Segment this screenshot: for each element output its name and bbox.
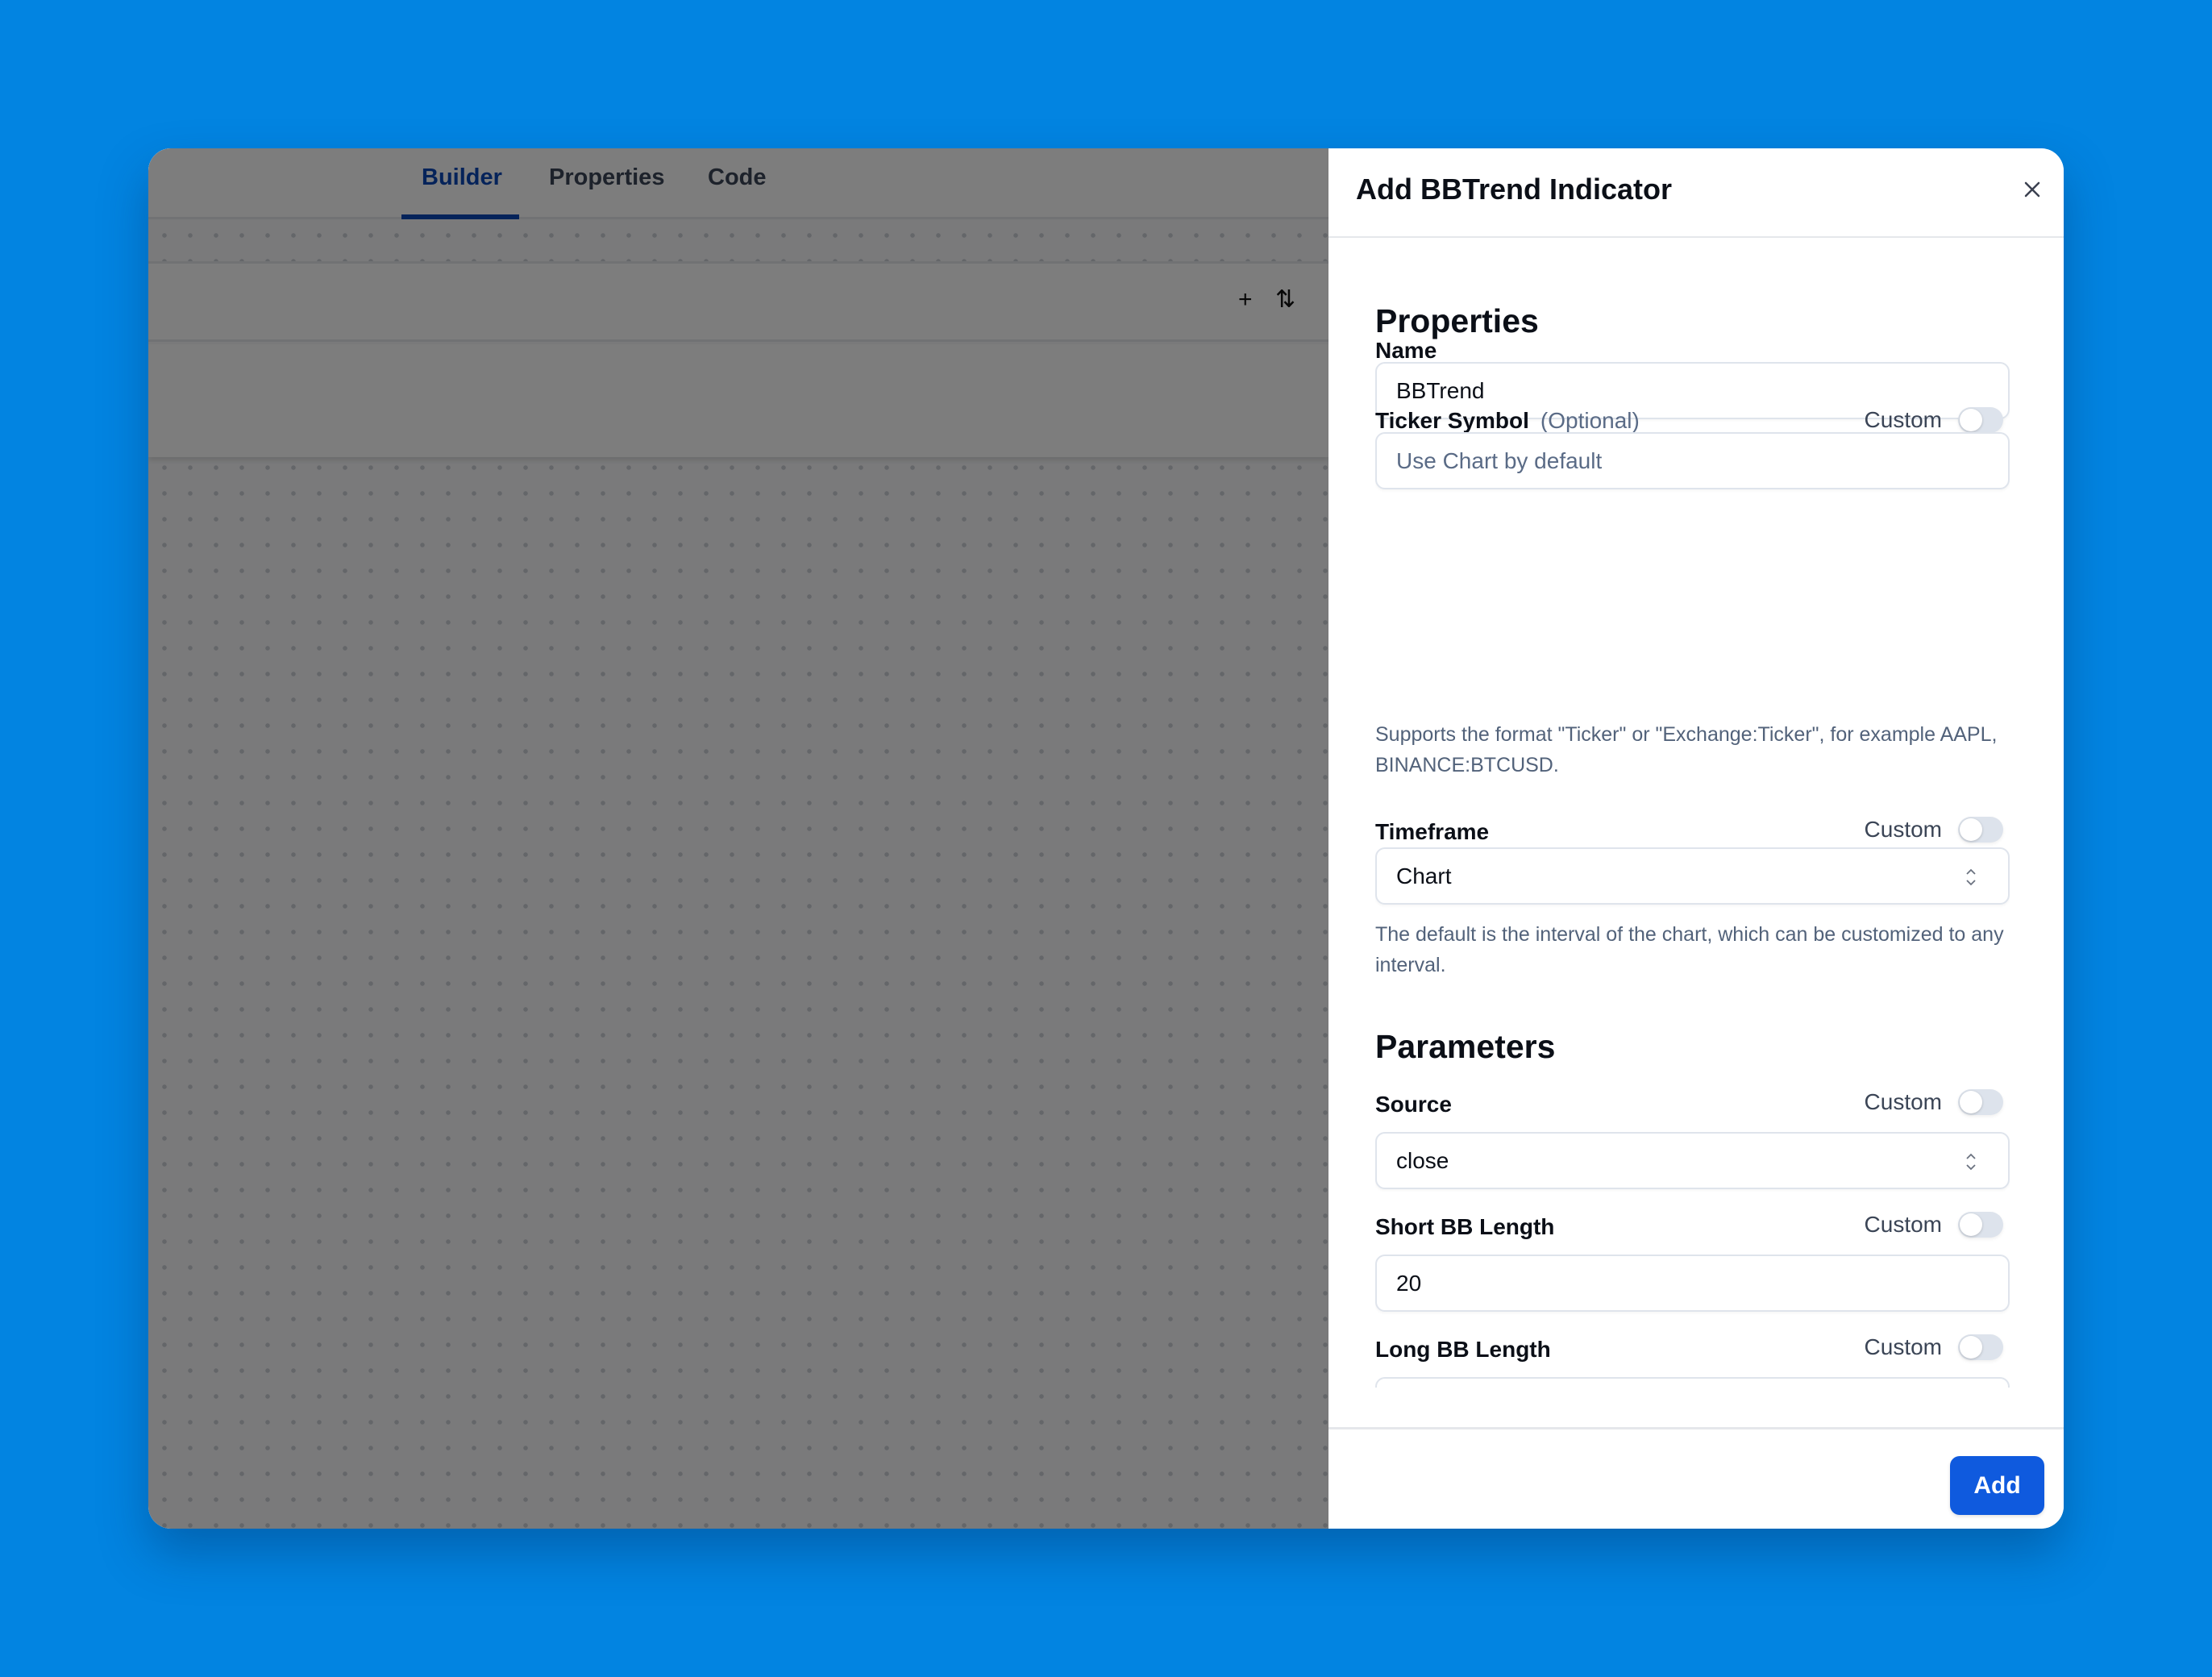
custom-label: Custom [1864, 1334, 1942, 1359]
dialog-title: Add BBTrend Indicator [1356, 173, 1673, 206]
add-indicator-dialog: Add BBTrend Indicator Properties Name BB… [1328, 148, 2064, 1529]
source-value: close [1396, 1147, 1449, 1173]
properties-heading: Properties [1375, 302, 1539, 339]
ticker-custom-toggle[interactable] [1958, 407, 2003, 433]
ticker-label: Ticker Symbol (Optional) [1375, 408, 1640, 434]
chevron-up-down-icon [1966, 868, 1976, 886]
ticker-input[interactable]: Use Chart by default [1375, 432, 2010, 489]
builder-app: Builder Properties Code + ⇅ [148, 148, 1328, 1529]
name-value: BBTrend [1396, 377, 1485, 403]
custom-label: Custom [1864, 407, 1942, 432]
short-bb-length-label: Short BB Length [1375, 1214, 1555, 1239]
source-label: Source [1375, 1092, 1452, 1117]
short-bb-custom-toggle[interactable] [1958, 1212, 2003, 1238]
timeframe-help: The default is the interval of the chart… [1375, 923, 2004, 976]
timeframe-value: Chart [1396, 863, 1452, 888]
dialog-header: Add BBTrend Indicator [1328, 148, 2064, 238]
long-bb-length-label: Long BB Length [1375, 1337, 1551, 1362]
chevron-up-down-icon [1966, 1153, 1976, 1171]
custom-label: Custom [1864, 1212, 1942, 1237]
close-icon [2024, 181, 2040, 198]
app-window: Builder Properties Code + ⇅ Add BBTrend … [148, 148, 2064, 1529]
timeframe-custom-toggle[interactable] [1958, 817, 2003, 843]
source-custom-toggle[interactable] [1958, 1089, 2003, 1115]
long-bb-length-input[interactable]: 50 [1375, 1377, 2010, 1388]
name-label: Name [1375, 338, 1437, 363]
ticker-custom: Custom [1865, 406, 2003, 435]
long-bb-custom: Custom [1865, 1333, 2003, 1362]
ticker-placeholder: Use Chart by default [1396, 447, 1603, 473]
timeframe-custom: Custom [1865, 815, 2003, 844]
add-button[interactable]: Add [1950, 1456, 2044, 1515]
dialog-body[interactable]: Properties Name BBTrend Ticker Symbol (Op… [1375, 239, 2010, 1388]
close-button[interactable] [2019, 176, 2046, 203]
short-bb-length-value: 20 [1396, 1270, 1422, 1296]
dialog-footer: Add [1328, 1427, 2064, 1529]
parameters-heading: Parameters [1375, 1028, 1556, 1065]
timeframe-label: Timeframe [1375, 819, 1490, 844]
optional-tag: (Optional) [1540, 408, 1640, 433]
short-bb-length-input[interactable]: 20 [1375, 1255, 2010, 1312]
timeframe-select[interactable]: Chart [1375, 847, 2010, 905]
custom-label: Custom [1864, 1089, 1942, 1114]
source-select[interactable]: close [1375, 1132, 2010, 1189]
ticker-label-text: Ticker Symbol [1375, 408, 1529, 433]
modal-overlay[interactable] [148, 148, 1328, 1529]
ticker-help-text: Supports the format "Ticker" or "Exchang… [1375, 723, 1998, 776]
source-custom: Custom [1865, 1088, 2003, 1117]
long-bb-custom-toggle[interactable] [1958, 1334, 2003, 1360]
custom-label: Custom [1864, 817, 1942, 842]
short-bb-custom: Custom [1865, 1210, 2003, 1239]
